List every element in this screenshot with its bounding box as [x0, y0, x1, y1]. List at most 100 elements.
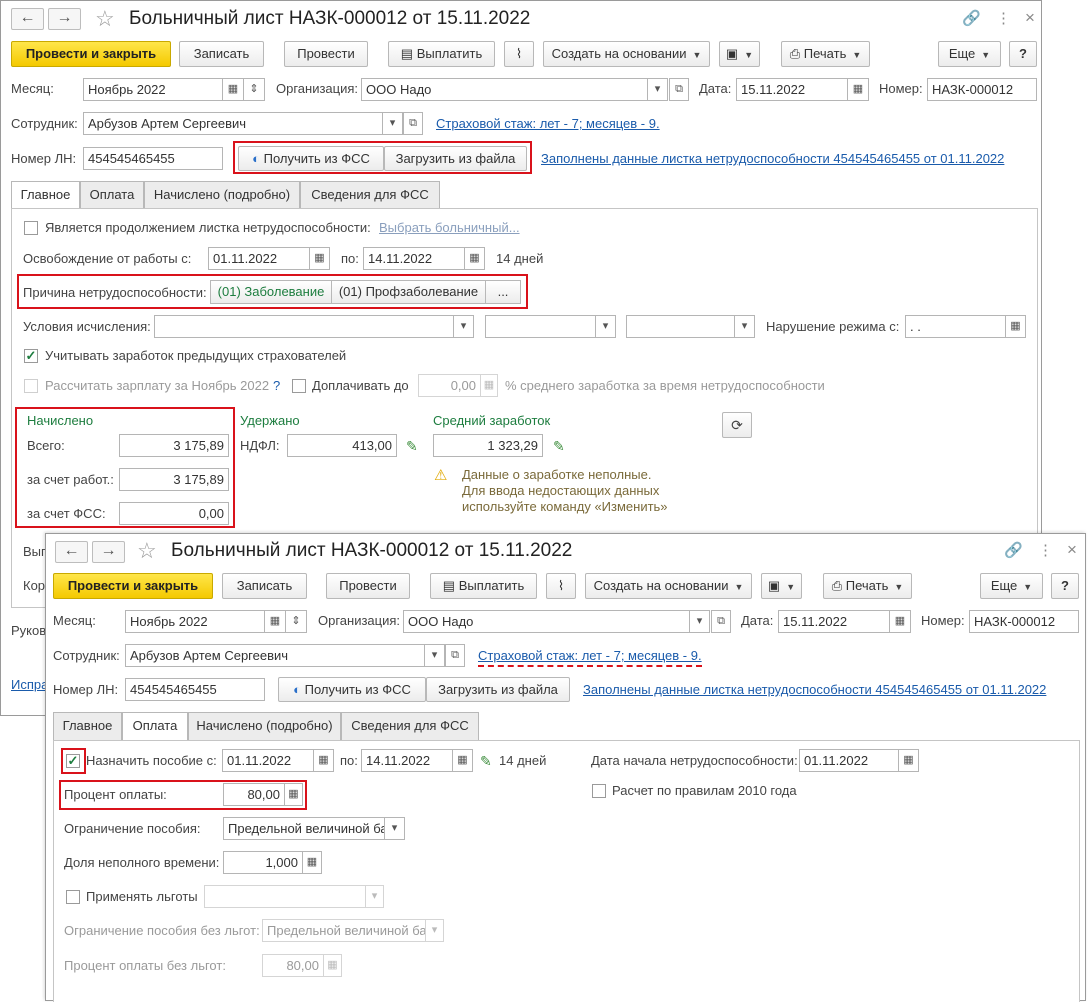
month-field[interactable]: Ноябрь 2022	[125, 610, 265, 633]
dropdown-icon[interactable]: ▾	[425, 919, 444, 942]
report-button[interactable]: ▣ ▼	[761, 573, 802, 599]
topup-field[interactable]: 0,00	[418, 374, 481, 397]
open-icon[interactable]: ⧉	[669, 78, 689, 101]
calendar-icon[interactable]: ▦	[464, 247, 485, 270]
part-time-field[interactable]: 1,000	[223, 851, 303, 874]
number-field[interactable]: НАЗК-000012	[927, 78, 1037, 101]
employee-field[interactable]: Арбузов Артем Сергеевич	[83, 112, 383, 135]
edit-pencil-icon[interactable]: ✎	[553, 438, 565, 454]
spin-icon[interactable]: ⇕	[243, 78, 265, 101]
month-field[interactable]: Ноябрь 2022	[83, 78, 223, 101]
create-based-on-button[interactable]: Создать на основании ▼	[585, 573, 752, 599]
tab-accrued-detailed[interactable]: Начислено (подробно)	[188, 712, 341, 740]
benefit-limit-field[interactable]: Предельной величиной ба	[223, 817, 385, 840]
number-field[interactable]: НАЗК-000012	[969, 610, 1079, 633]
close-icon[interactable]: ×	[1067, 541, 1077, 558]
get-from-fss-button[interactable]: ◐ Получить из ФСС	[238, 146, 384, 171]
violation-field[interactable]: . .	[905, 315, 1007, 338]
dropdown-icon[interactable]: ▾	[453, 315, 474, 338]
prev-insurers-checkbox[interactable]: ✓	[24, 349, 38, 363]
calendar-icon[interactable]: ▦	[1005, 315, 1026, 338]
tab-payment[interactable]: Оплата	[80, 181, 144, 209]
write-button[interactable]: Записать	[179, 41, 264, 67]
organization-field[interactable]: ООО Надо	[403, 610, 691, 633]
print-button[interactable]: ⎙ Печать ▼	[781, 41, 870, 67]
menu-icon[interactable]: ⋮	[1038, 543, 1053, 559]
calendar-icon[interactable]: ▦	[313, 749, 334, 772]
tab-fss-info[interactable]: Сведения для ФСС	[300, 181, 440, 209]
edit-pencil-icon[interactable]: ✎	[480, 753, 492, 769]
tab-payment[interactable]: Оплата	[122, 712, 188, 741]
insurance-experience-link[interactable]: Страховой стаж: лет - 7; месяцев - 9.	[478, 648, 702, 667]
assign-from-field[interactable]: 01.11.2022	[222, 749, 314, 772]
calendar-icon[interactable]: ▦	[264, 610, 286, 633]
reason-sickness-option[interactable]: (01) Заболевание	[210, 280, 332, 304]
report-button[interactable]: ▣ ▼	[719, 41, 760, 67]
insurance-experience-link[interactable]: Страховой стаж: лет - 7; месяцев - 9.	[436, 116, 660, 132]
calc-salary-checkbox[interactable]	[24, 379, 38, 393]
menu-icon[interactable]: ⋮	[996, 11, 1011, 27]
post-button[interactable]: Провести	[284, 41, 368, 67]
conditions-field-2[interactable]	[485, 315, 597, 338]
release-to-field[interactable]: 14.11.2022	[363, 247, 465, 270]
forward-arrow-icon[interactable]: →	[48, 8, 81, 30]
dropdown-icon[interactable]: ▾	[647, 78, 668, 101]
edit-pencil-icon[interactable]: ✎	[406, 438, 418, 454]
calculator-icon[interactable]: ▦	[284, 783, 303, 806]
continuation-checkbox[interactable]	[24, 221, 38, 235]
attach-button[interactable]: ⌇	[504, 41, 534, 67]
favorite-star-icon[interactable]: ☆	[137, 540, 157, 562]
dropdown-icon[interactable]: ▾	[595, 315, 616, 338]
open-icon[interactable]: ⧉	[711, 610, 731, 633]
topup-checkbox[interactable]	[292, 379, 306, 393]
back-arrow-icon[interactable]: ←	[55, 541, 88, 563]
dropdown-icon[interactable]: ▾	[382, 112, 403, 135]
choose-sick-leave-link[interactable]: Выбрать больничный...	[379, 220, 520, 236]
apply-benefits-checkbox[interactable]	[66, 890, 80, 904]
more-button[interactable]: Еще ▼	[938, 41, 1001, 67]
write-button[interactable]: Записать	[222, 573, 307, 599]
ln-number-field[interactable]: 454545465455	[125, 678, 265, 701]
close-icon[interactable]: ×	[1025, 9, 1035, 26]
tab-fss-info[interactable]: Сведения для ФСС	[341, 712, 479, 740]
post-and-close-button[interactable]: Провести и закрыть	[11, 41, 171, 67]
forward-arrow-icon[interactable]: →	[92, 541, 125, 563]
pay-button[interactable]: ▤ Выплатить	[388, 41, 495, 67]
create-based-on-button[interactable]: Создать на основании ▼	[543, 41, 710, 67]
assign-benefit-checkbox[interactable]: ✓	[66, 754, 80, 768]
calendar-icon[interactable]: ▦	[222, 78, 244, 101]
calendar-icon[interactable]: ▦	[452, 749, 473, 772]
tab-main[interactable]: Главное	[53, 712, 122, 740]
open-icon[interactable]: ⧉	[445, 644, 465, 667]
link-icon[interactable]: 🔗	[962, 11, 981, 27]
help-button[interactable]: ?	[1051, 573, 1079, 599]
link-icon[interactable]: 🔗	[1004, 543, 1023, 559]
refresh-button[interactable]: ⟳	[722, 412, 752, 438]
attach-button[interactable]: ⌇	[546, 573, 576, 599]
open-icon[interactable]: ⧉	[403, 112, 423, 135]
release-from-field[interactable]: 01.11.2022	[208, 247, 310, 270]
post-button[interactable]: Провести	[326, 573, 410, 599]
post-and-close-button[interactable]: Провести и закрыть	[53, 573, 213, 599]
ln-number-field[interactable]: 454545465455	[83, 147, 223, 170]
calendar-icon[interactable]: ▦	[309, 247, 330, 270]
back-arrow-icon[interactable]: ←	[11, 8, 44, 30]
pay-button[interactable]: ▤ Выплатить	[430, 573, 537, 599]
hidden-link-correct[interactable]: Испра	[11, 677, 48, 693]
dropdown-icon[interactable]: ▾	[384, 817, 405, 840]
payment-percent-field[interactable]: 80,00	[223, 783, 285, 806]
help-button[interactable]: ?	[1009, 41, 1037, 67]
reason-more-button[interactable]: ...	[485, 280, 521, 304]
assign-to-field[interactable]: 14.11.2022	[361, 749, 453, 772]
calendar-icon[interactable]: ▦	[847, 78, 869, 101]
print-button[interactable]: ⎙ Печать ▼	[823, 573, 912, 599]
dropdown-icon[interactable]: ▾	[424, 644, 445, 667]
filled-data-link[interactable]: Заполнены данные листка нетрудоспособнос…	[583, 682, 1046, 698]
percent-no-benefit-field[interactable]: 80,00	[262, 954, 324, 977]
load-from-file-button[interactable]: Загрузить из файла	[384, 146, 527, 171]
limit-no-benefit-field[interactable]: Предельной величиной ба	[262, 919, 426, 942]
dropdown-icon[interactable]: ▾	[689, 610, 710, 633]
spin-icon[interactable]: ⇕	[285, 610, 307, 633]
calculator-icon[interactable]: ▦	[480, 374, 498, 397]
date-field[interactable]: 15.11.2022	[736, 78, 848, 101]
